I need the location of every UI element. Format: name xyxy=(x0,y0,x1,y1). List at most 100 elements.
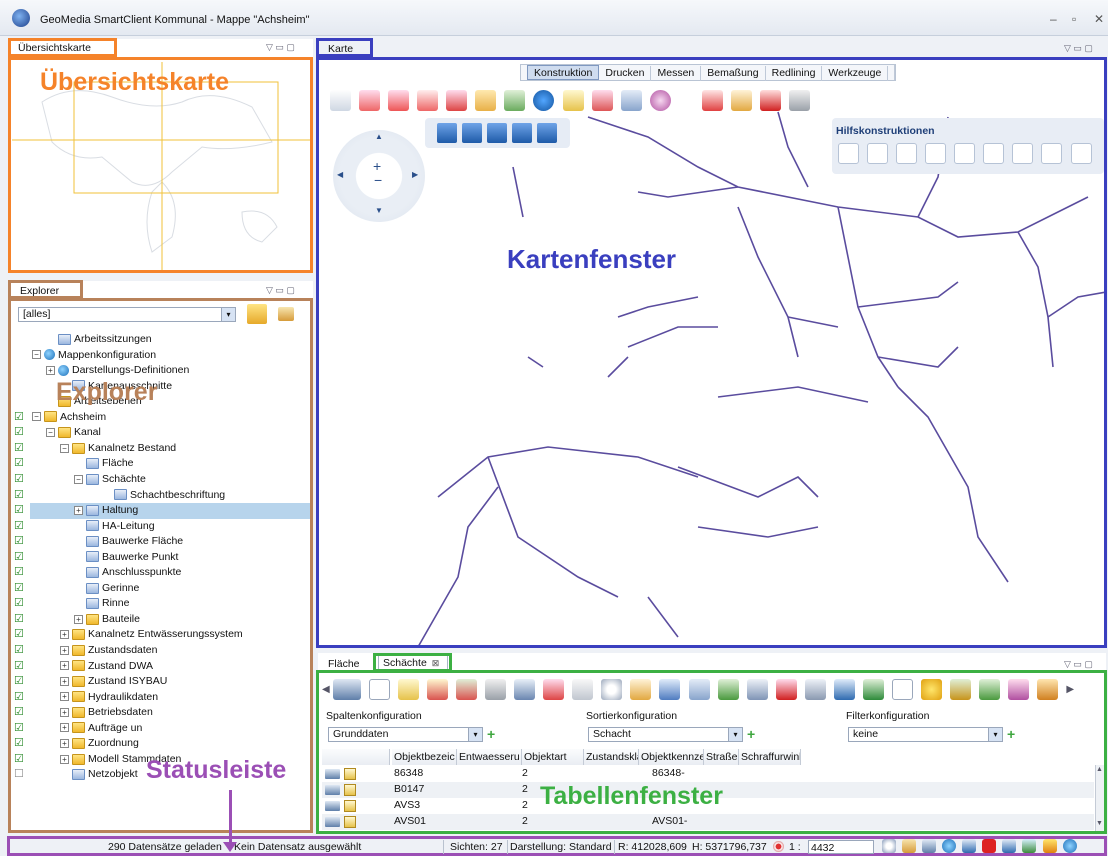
chevron-down-icon[interactable]: ▾ xyxy=(221,308,235,321)
layer-visibility-checkbox[interactable]: ☑ xyxy=(14,722,25,734)
layer-visibility-checkbox[interactable]: ☑ xyxy=(14,411,25,423)
layer-visibility-checkbox[interactable]: ☑ xyxy=(14,582,25,594)
expand-icon[interactable]: + xyxy=(60,645,69,655)
image-icon[interactable] xyxy=(1022,839,1037,853)
scale-lock-icon[interactable] xyxy=(773,841,784,852)
folder-icon xyxy=(72,660,85,672)
layer-icon[interactable] xyxy=(922,839,937,853)
layer-visibility-checkbox[interactable]: ☑ xyxy=(14,629,25,640)
expand-icon[interactable]: + xyxy=(60,754,69,764)
tree-item[interactable]: + Kanalnetz Entwässerungssystem xyxy=(60,627,243,642)
tree-item[interactable]: + Darstellungs-Definitionen xyxy=(46,363,189,378)
table-panel-controls[interactable]: ▽ ▭ ▢ xyxy=(1064,659,1093,670)
layer-visibility-checkbox[interactable]: ☑ xyxy=(14,442,25,454)
layer-visibility-checkbox[interactable]: ☑ xyxy=(14,567,25,578)
tree-item[interactable]: − Mappenkonfiguration xyxy=(32,348,156,363)
tree-item-label: Anschlusspunkte xyxy=(102,566,182,579)
tree-item[interactable]: + Zustandsdaten xyxy=(60,643,157,658)
layer-visibility-checkbox[interactable]: ☑ xyxy=(14,613,25,625)
tree-icon[interactable] xyxy=(902,839,917,853)
expand-icon[interactable]: + xyxy=(60,707,69,717)
tree-item[interactable]: + Bauteile xyxy=(74,612,140,627)
layer-visibility-checkbox[interactable]: ☑ xyxy=(14,691,25,703)
layer-visibility-checkbox[interactable]: ☑ xyxy=(14,753,25,765)
tree-item[interactable]: + Hydraulikdaten xyxy=(60,690,158,705)
tree-item[interactable]: HA-Leitung xyxy=(74,519,155,534)
tree-item[interactable]: Fläche xyxy=(74,456,134,471)
explorer-panel-controls[interactable]: ▽ ▭ ▢ xyxy=(266,285,295,296)
expand-icon[interactable]: + xyxy=(74,505,83,515)
status-scale-input[interactable]: 4432 xyxy=(808,840,874,854)
expand-icon[interactable]: + xyxy=(60,723,69,733)
web-icon[interactable] xyxy=(1062,839,1077,853)
map-panel-controls[interactable]: ▽ ▭ ▢ xyxy=(1064,43,1093,54)
find-layer-icon[interactable] xyxy=(247,304,267,324)
tree-item[interactable]: + Zuordnung xyxy=(60,736,139,751)
expand-icon[interactable]: + xyxy=(74,614,83,624)
expand-icon[interactable]: + xyxy=(46,365,55,375)
tree-item-label: Bauwerke Fläche xyxy=(102,535,184,548)
explorer-filter-select[interactable]: [alles] ▾ xyxy=(18,307,236,322)
minimize-icon[interactable]: – xyxy=(1050,12,1057,26)
layer-visibility-checkbox[interactable]: ☑ xyxy=(14,660,25,672)
close-icon[interactable]: ✕ xyxy=(1094,12,1104,26)
tree-item[interactable]: + Zustand DWA xyxy=(60,659,153,674)
layer-visibility-checkbox[interactable]: ☑ xyxy=(14,738,25,749)
layer-visibility-checkbox[interactable]: ☑ xyxy=(14,551,25,563)
tree-item[interactable]: − Achsheim xyxy=(32,410,106,425)
list-icon[interactable] xyxy=(962,839,977,853)
tree-item[interactable]: Bauwerke Fläche xyxy=(74,534,183,549)
globe-icon[interactable] xyxy=(942,839,957,853)
layer-visibility-checkbox[interactable]: ☑ xyxy=(14,520,25,532)
layer-icon xyxy=(86,473,99,485)
window-icon[interactable] xyxy=(1002,839,1017,853)
tree-item[interactable]: + Betriebsdaten xyxy=(60,705,153,720)
tree-item[interactable]: − Kanalnetz Bestand xyxy=(60,441,176,456)
tree-item-label: Zustandsdaten xyxy=(88,644,158,656)
layer-visibility-checkbox[interactable]: ☑ xyxy=(14,489,25,501)
tree-item[interactable]: Arbeitssitzungen xyxy=(46,332,152,347)
folder-icon xyxy=(72,722,85,734)
tree-item[interactable]: − Schächte xyxy=(74,472,146,487)
layer-visibility-checkbox[interactable]: ☑ xyxy=(14,458,25,469)
layer-visibility-checkbox[interactable]: ☑ xyxy=(14,473,25,485)
expand-icon[interactable]: + xyxy=(60,739,69,749)
tree-item[interactable]: Schachtbeschriftung xyxy=(102,488,225,503)
expand-icon[interactable]: + xyxy=(60,661,69,671)
overview-panel-controls[interactable]: ▽ ▭ ▢ xyxy=(266,42,295,53)
expand-icon[interactable]: + xyxy=(60,676,69,686)
zoom-search-icon[interactable] xyxy=(882,839,896,853)
expand-icon[interactable]: + xyxy=(60,630,69,640)
tree-options-icon[interactable] xyxy=(278,307,294,321)
layer-visibility-checkbox[interactable]: ☑ xyxy=(14,645,25,656)
tree-item[interactable]: Anschlusspunkte xyxy=(74,565,181,580)
layer-visibility-checkbox[interactable]: ☑ xyxy=(14,676,25,687)
layer-visibility-checkbox[interactable]: ☑ xyxy=(14,427,25,438)
tree-item[interactable]: Gerinne xyxy=(74,581,139,596)
tree-item[interactable]: + Zustand ISYBAU xyxy=(60,674,167,689)
tree-item[interactable]: + Aufträge un xyxy=(60,721,142,736)
layer-visibility-checkbox[interactable]: ☐ xyxy=(14,769,25,780)
table-tab-flaeche[interactable]: Fläche xyxy=(328,658,360,670)
layer-visibility-checkbox[interactable]: ☑ xyxy=(14,598,25,609)
folder-icon xyxy=(86,613,99,625)
expand-icon[interactable]: + xyxy=(60,692,69,702)
layer-visibility-checkbox[interactable]: ☑ xyxy=(14,505,25,516)
collapse-icon[interactable]: − xyxy=(74,474,83,484)
tree-item[interactable]: Rinne xyxy=(74,596,129,611)
layer-visibility-checkbox[interactable]: ☑ xyxy=(14,536,25,547)
tree-item[interactable]: − Kanal xyxy=(46,425,101,440)
maximize-icon[interactable]: ▫ xyxy=(1072,12,1076,26)
layer-visibility-checkbox[interactable]: ☑ xyxy=(14,707,25,718)
tree-item-label: Haltung xyxy=(102,504,139,517)
warning-icon[interactable] xyxy=(1042,839,1057,853)
tree-item[interactable]: + Haltung xyxy=(74,503,138,518)
collapse-icon[interactable]: − xyxy=(46,428,55,438)
tree-item[interactable]: Netzobjekt xyxy=(60,767,138,782)
tree-item[interactable]: Bauwerke Punkt xyxy=(74,550,178,565)
stop-icon[interactable] xyxy=(982,839,997,853)
folder-icon xyxy=(72,675,85,687)
collapse-icon[interactable]: − xyxy=(32,412,41,422)
collapse-icon[interactable]: − xyxy=(32,350,41,360)
collapse-icon[interactable]: − xyxy=(60,443,69,453)
